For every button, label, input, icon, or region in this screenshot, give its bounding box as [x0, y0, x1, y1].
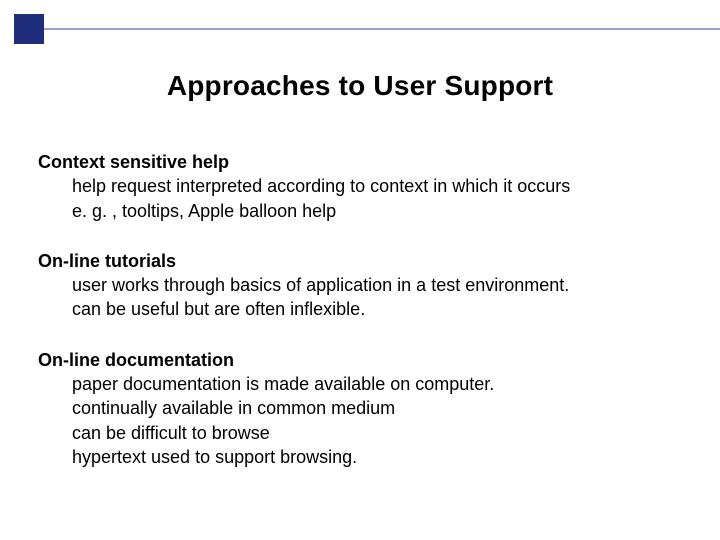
section-line: hypertext used to support browsing.: [38, 445, 682, 469]
slide-content: Context sensitive help help request inte…: [38, 150, 682, 495]
section-online-tutorials: On-line tutorials user works through bas…: [38, 249, 682, 322]
slide-title: Approaches to User Support: [0, 70, 720, 102]
section-online-documentation: On-line documentation paper documentatio…: [38, 348, 682, 469]
section-line: help request interpreted according to co…: [38, 174, 682, 198]
slide: Approaches to User Support Context sensi…: [0, 0, 720, 540]
section-heading: On-line tutorials: [38, 249, 682, 273]
accent-line: [44, 28, 720, 30]
section-line: e. g. , tooltips, Apple balloon help: [38, 199, 682, 223]
section-line: can be difficult to browse: [38, 421, 682, 445]
section-line: paper documentation is made available on…: [38, 372, 682, 396]
section-line: continually available in common medium: [38, 396, 682, 420]
section-heading: On-line documentation: [38, 348, 682, 372]
section-line: user works through basics of application…: [38, 273, 682, 297]
section-context-sensitive-help: Context sensitive help help request inte…: [38, 150, 682, 223]
section-line: can be useful but are often inflexible.: [38, 297, 682, 321]
section-heading: Context sensitive help: [38, 150, 682, 174]
accent-square: [14, 14, 44, 44]
